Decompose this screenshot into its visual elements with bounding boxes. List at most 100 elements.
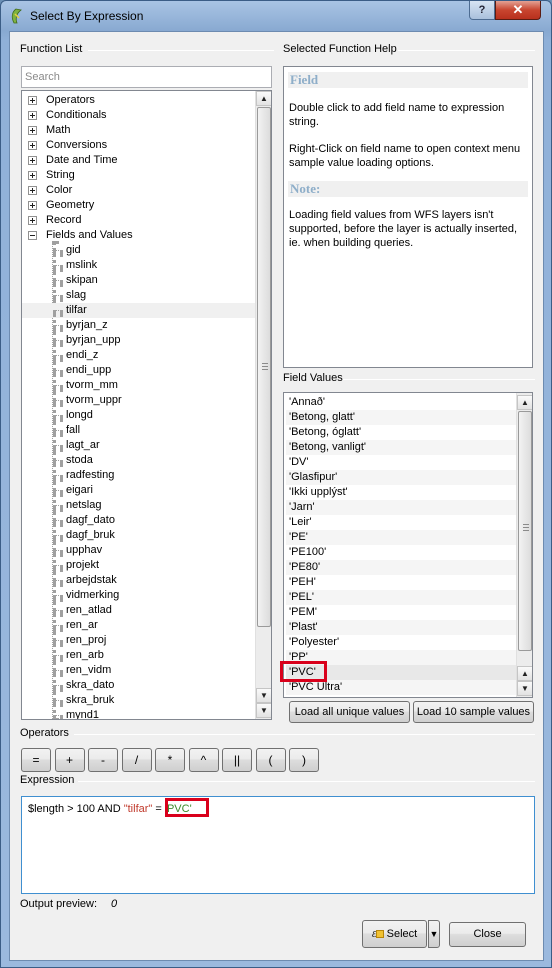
tree-field-item[interactable]: eigari: [22, 483, 257, 498]
operator-open-paren-button[interactable]: (: [255, 748, 286, 772]
scroll-down-arrow-icon[interactable]: ▼: [256, 688, 271, 703]
tree-group-item[interactable]: Conditionals: [22, 108, 257, 123]
field-value-item[interactable]: 'PE100': [286, 545, 516, 560]
field-values-scrollbar[interactable]: ▲ ▲ ▼: [516, 393, 532, 697]
field-value-item[interactable]: 'PE': [286, 530, 516, 545]
tree-field-item[interactable]: longd: [22, 408, 257, 423]
expand-icon[interactable]: [28, 171, 37, 180]
field-value-item[interactable]: 'Jarn': [286, 500, 516, 515]
expand-icon[interactable]: [28, 111, 37, 120]
expression-editor[interactable]: $length > 100 AND "tilfar" = 'PVC': [21, 796, 535, 894]
tree-field-item[interactable]: stoda: [22, 453, 257, 468]
tree-group-item[interactable]: Record: [22, 213, 257, 228]
tree-field-item[interactable]: byrjan_z: [22, 318, 257, 333]
scroll-thumb[interactable]: [257, 107, 271, 627]
tree-field-item[interactable]: vidmerking: [22, 588, 257, 603]
expand-icon[interactable]: [28, 96, 37, 105]
operator-plus-button[interactable]: +: [54, 748, 85, 772]
operator-power-button[interactable]: ^: [188, 748, 219, 772]
tree-field-item[interactable]: projekt: [22, 558, 257, 573]
tree-field-item[interactable]: ren_proj: [22, 633, 257, 648]
tree-field-item[interactable]: mslink: [22, 258, 257, 273]
tree-field-item[interactable]: tilfar: [22, 303, 257, 318]
tree-field-item[interactable]: slag: [22, 288, 257, 303]
operator-close-paren-button[interactable]: ): [289, 748, 319, 772]
field-value-item[interactable]: 'Polyester': [286, 635, 516, 650]
tree-field-item[interactable]: mynd1: [22, 708, 257, 719]
operator-concat-button[interactable]: ||: [222, 748, 252, 772]
expand-icon[interactable]: [28, 186, 37, 195]
field-value-item[interactable]: 'Ikki upplýst': [286, 485, 516, 500]
search-input[interactable]: [21, 66, 272, 88]
tree-field-item[interactable]: tvorm_mm: [22, 378, 257, 393]
expand-icon[interactable]: [28, 141, 37, 150]
field-value-item[interactable]: 'PEH': [286, 575, 516, 590]
operator-minus-button[interactable]: -: [88, 748, 118, 772]
tree-field-item[interactable]: radfesting: [22, 468, 257, 483]
function-tree-scrollbar[interactable]: ▲ ▼ ▼: [255, 91, 271, 719]
load-all-unique-values-button[interactable]: Load all unique values: [289, 701, 410, 723]
tree-field-item[interactable]: ren_vidm: [22, 663, 257, 678]
tree-group-item[interactable]: Math: [22, 123, 257, 138]
tree-field-item[interactable]: upphav: [22, 543, 257, 558]
field-value-item[interactable]: 'Annað': [286, 395, 516, 410]
field-value-item[interactable]: 'PE80': [286, 560, 516, 575]
expand-icon[interactable]: [28, 216, 37, 225]
operator-multiply-button[interactable]: *: [155, 748, 185, 772]
field-value-item[interactable]: 'Betong, óglatt': [286, 425, 516, 440]
scroll-up-arrow-icon[interactable]: ▲: [256, 91, 271, 106]
tree-group-item[interactable]: Color: [22, 183, 257, 198]
field-value-item[interactable]: 'DV': [286, 455, 516, 470]
tree-group-item[interactable]: Operators: [22, 93, 257, 108]
tree-field-item[interactable]: dagf_dato: [22, 513, 257, 528]
tree-field-item[interactable]: endi_upp: [22, 363, 257, 378]
tree-field-item[interactable]: skipan: [22, 273, 257, 288]
tree-field-item[interactable]: endi_z: [22, 348, 257, 363]
field-value-item[interactable]: 'Betong, vanligt': [286, 440, 516, 455]
tree-group-item[interactable]: String: [22, 168, 257, 183]
function-tree[interactable]: Operators Conditionals Math Conversions Date…: [21, 90, 272, 720]
tree-group-item[interactable]: Geometry: [22, 198, 257, 213]
expand-icon[interactable]: [28, 126, 37, 135]
tree-field-item[interactable]: netslag: [22, 498, 257, 513]
tree-field-item[interactable]: arbejdstak: [22, 573, 257, 588]
tree-field-item[interactable]: ren_ar: [22, 618, 257, 633]
scroll-thumb[interactable]: [518, 411, 532, 651]
operator-equals-button[interactable]: =: [21, 748, 51, 772]
tree-field-item[interactable]: byrjan_upp: [22, 333, 257, 348]
collapse-icon[interactable]: [28, 231, 37, 240]
tree-field-item[interactable]: ren_atlad: [22, 603, 257, 618]
tree-field-item[interactable]: gid: [22, 243, 257, 258]
field-value-item[interactable]: 'Glasfipur': [286, 470, 516, 485]
tree-group-item[interactable]: Conversions: [22, 138, 257, 153]
tree-field-item[interactable]: fall: [22, 423, 257, 438]
tree-field-item[interactable]: ren_arb: [22, 648, 257, 663]
tree-field-item[interactable]: skra_dato: [22, 678, 257, 693]
tree-field-item[interactable]: skra_bruk: [22, 693, 257, 708]
tree-field-item[interactable]: tvorm_uppr: [22, 393, 257, 408]
field-value-item[interactable]: 'Leir': [286, 515, 516, 530]
tree-group-item[interactable]: Fields and Values: [22, 228, 257, 243]
expand-icon[interactable]: [28, 201, 37, 210]
scroll-down-arrow-icon[interactable]: ▼: [517, 681, 532, 696]
tree-field-item[interactable]: lagt_ar: [22, 438, 257, 453]
expand-icon[interactable]: [28, 156, 37, 165]
field-value-item[interactable]: 'PEL': [286, 590, 516, 605]
field-value-item[interactable]: 'PVC Ultra': [286, 680, 516, 695]
close-button[interactable]: Close: [449, 922, 526, 947]
select-button[interactable]: εSelect: [362, 920, 427, 948]
title-bar[interactable]: Select By Expression ? ✕: [1, 1, 551, 31]
load-10-sample-values-button[interactable]: Load 10 sample values: [413, 701, 534, 723]
window-close-button[interactable]: ✕: [495, 1, 541, 20]
scroll-up-arrow-icon[interactable]: ▲: [517, 666, 532, 681]
tree-group-item[interactable]: Date and Time: [22, 153, 257, 168]
operator-divide-button[interactable]: /: [121, 748, 152, 772]
field-value-item[interactable]: 'Betong, glatt': [286, 410, 516, 425]
field-values-list[interactable]: 'Annað' 'Betong, glatt' 'Betong, óglatt' 'B…: [283, 392, 533, 698]
field-value-item[interactable]: 'PEM': [286, 605, 516, 620]
select-dropdown-arrow-icon[interactable]: ▼: [428, 920, 440, 948]
scroll-up-arrow-icon[interactable]: ▲: [517, 395, 532, 410]
tree-field-item[interactable]: dagf_bruk: [22, 528, 257, 543]
field-value-item[interactable]: 'Plast': [286, 620, 516, 635]
scroll-down-arrow-icon[interactable]: ▼: [256, 703, 271, 718]
